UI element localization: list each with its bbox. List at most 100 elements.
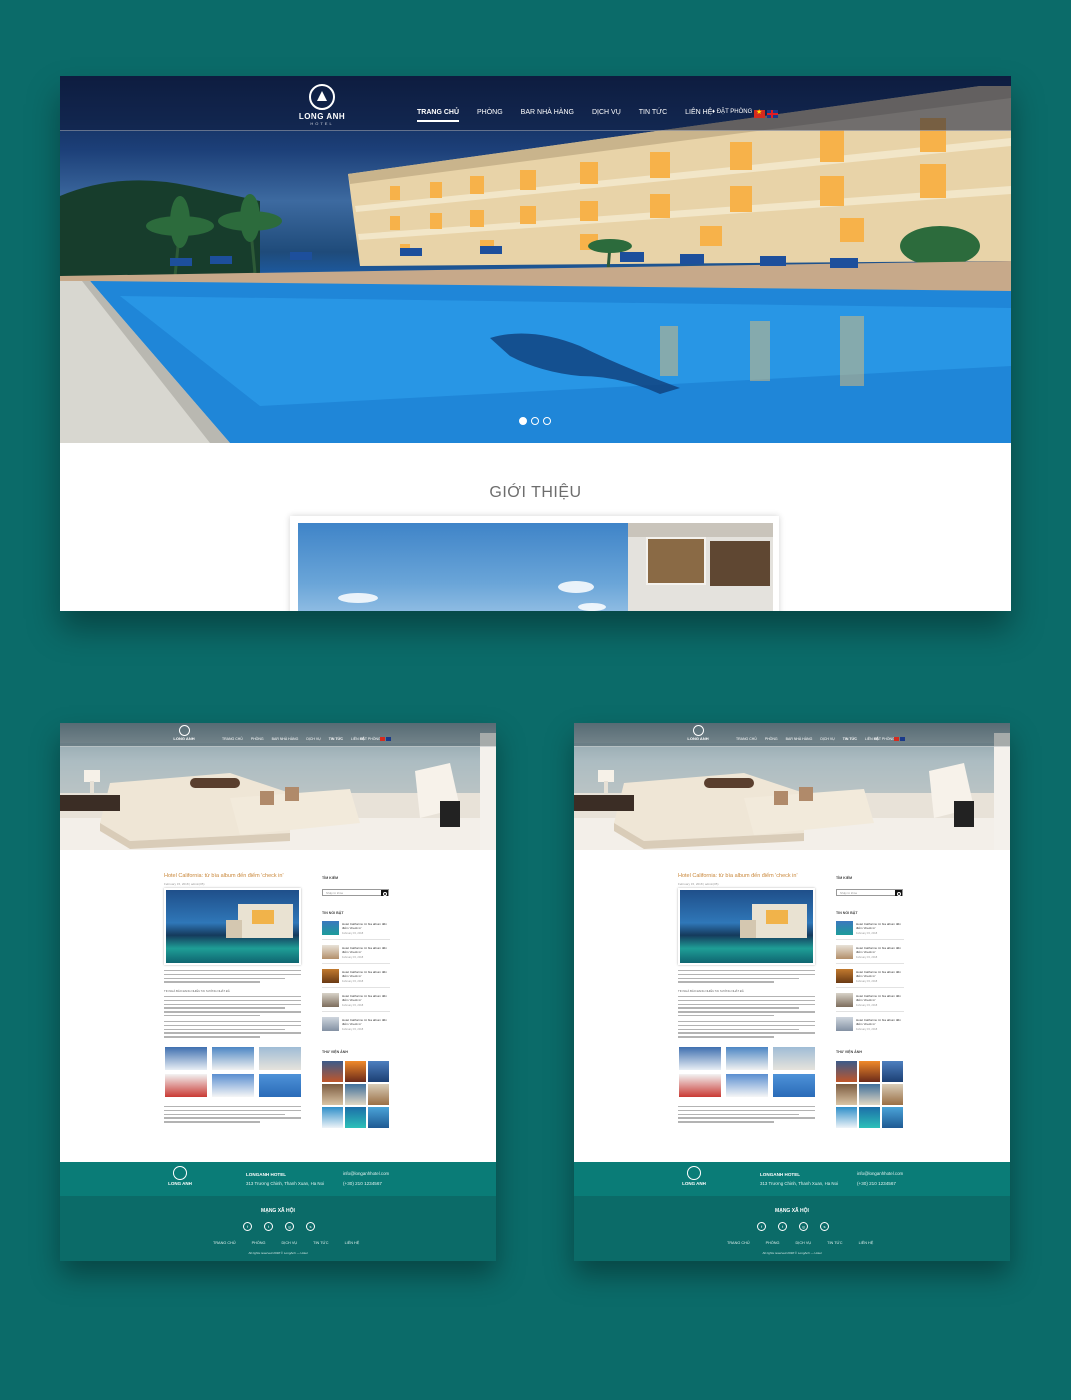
gallery-image[interactable] xyxy=(678,1073,722,1098)
gallery-image[interactable] xyxy=(164,1073,208,1098)
search-icon[interactable] xyxy=(895,890,902,896)
gallery-image[interactable] xyxy=(211,1046,255,1071)
vietnam-flag-icon[interactable] xyxy=(754,108,765,118)
footer-phone[interactable]: (+30) 210 1234567 xyxy=(343,1181,382,1186)
facebook-icon[interactable]: f xyxy=(243,1222,252,1231)
news-title[interactable]: Hotel California: từ bìa album đến điểm … xyxy=(856,994,902,1002)
gallery-image[interactable] xyxy=(211,1073,255,1098)
booking-link[interactable]: ĐẶT PHÒNG xyxy=(874,737,895,741)
footer-link-news[interactable]: TIN TỨC xyxy=(819,1241,850,1245)
library-image[interactable] xyxy=(345,1107,366,1128)
news-item[interactable]: Hotel California: từ bìa album đến điểm … xyxy=(322,993,390,1012)
skype-icon[interactable]: s xyxy=(306,1222,315,1231)
news-title[interactable]: Hotel California: từ bìa album đến điểm … xyxy=(342,994,388,1002)
nav-item-bar-restaurant[interactable]: BAR NHÀ HÀNG xyxy=(268,737,303,741)
footer-link-contact[interactable]: LIÊN HỆ xyxy=(337,1241,368,1245)
footer-link-rooms[interactable]: PHÒNG xyxy=(244,1241,274,1245)
footer-link-news[interactable]: TIN TỨC xyxy=(305,1241,336,1245)
search-input[interactable]: Nhập từ khóa xyxy=(326,891,343,895)
library-image[interactable] xyxy=(368,1061,389,1082)
news-item[interactable]: Hotel California: từ bìa album đến điểm … xyxy=(836,945,904,964)
news-item[interactable]: Hotel California: từ bìa album đến điểm … xyxy=(322,969,390,988)
gallery-image[interactable] xyxy=(258,1073,302,1098)
library-image[interactable] xyxy=(368,1084,389,1105)
library-image[interactable] xyxy=(836,1107,857,1128)
footer-link-home[interactable]: TRANG CHỦ xyxy=(205,1241,244,1245)
news-title[interactable]: Hotel California: từ bìa album đến điểm … xyxy=(342,1018,388,1026)
footer-link-rooms[interactable]: PHÒNG xyxy=(758,1241,788,1245)
gallery-image[interactable] xyxy=(772,1046,816,1071)
uk-flag-icon[interactable] xyxy=(900,737,905,741)
news-title[interactable]: Hotel California: từ bìa album đến điểm … xyxy=(342,970,388,978)
twitter-icon[interactable]: t xyxy=(778,1222,787,1231)
library-image[interactable] xyxy=(859,1084,880,1105)
footer-email[interactable]: info@longanhhotel.com xyxy=(343,1171,389,1176)
search-icon[interactable] xyxy=(381,890,388,896)
library-image[interactable] xyxy=(882,1061,903,1082)
news-item[interactable]: Hotel California: từ bìa album đến điểm … xyxy=(836,1017,904,1036)
uk-flag-icon[interactable] xyxy=(767,110,778,118)
nav-item-bar-restaurant[interactable]: BAR NHÀ HÀNG xyxy=(512,109,583,116)
search-input[interactable]: Nhập từ khóa xyxy=(840,891,857,895)
post-title[interactable]: Hotel California: từ bìa album đến điểm … xyxy=(678,873,798,879)
nav-item-bar-restaurant[interactable]: BAR NHÀ HÀNG xyxy=(782,737,817,741)
news-title[interactable]: Hotel California: từ bìa album đến điểm … xyxy=(342,946,388,954)
uk-flag-icon[interactable] xyxy=(386,737,391,741)
library-image[interactable] xyxy=(322,1061,343,1082)
library-image[interactable] xyxy=(836,1061,857,1082)
library-image[interactable] xyxy=(345,1084,366,1105)
search-box[interactable]: Nhập từ khóa xyxy=(322,889,389,896)
library-image[interactable] xyxy=(836,1084,857,1105)
slider-dot-3[interactable] xyxy=(543,417,551,425)
search-box[interactable]: Nhập từ khóa xyxy=(836,889,903,896)
footer-phone[interactable]: (+30) 210 1234567 xyxy=(857,1181,896,1186)
nav-item-home[interactable]: TRANG CHỦ xyxy=(218,737,247,741)
news-title[interactable]: Hotel California: từ bìa album đến điểm … xyxy=(856,1018,902,1026)
skype-icon[interactable]: s xyxy=(820,1222,829,1231)
news-item[interactable]: Hotel California: từ bìa album đến điểm … xyxy=(836,969,904,988)
library-image[interactable] xyxy=(345,1061,366,1082)
nav-item-rooms[interactable]: PHÒNG xyxy=(761,737,782,741)
library-image[interactable] xyxy=(322,1107,343,1128)
slider-dot-2[interactable] xyxy=(531,417,539,425)
hotel-logo[interactable]: LONG ANH xyxy=(169,725,199,741)
news-item[interactable]: Hotel California: từ bìa album đến điểm … xyxy=(836,993,904,1012)
vietnam-flag-icon[interactable] xyxy=(894,737,899,741)
gallery-image[interactable] xyxy=(164,1046,208,1071)
google-plus-icon[interactable]: g xyxy=(799,1222,808,1231)
footer-email[interactable]: info@longanhhotel.com xyxy=(857,1171,903,1176)
library-image[interactable] xyxy=(368,1107,389,1128)
nav-item-news[interactable]: TIN TỨC xyxy=(839,737,861,741)
news-item[interactable]: Hotel California: từ bìa album đến điểm … xyxy=(322,921,390,940)
news-title[interactable]: Hotel California: từ bìa album đến điểm … xyxy=(342,922,388,930)
footer-link-services[interactable]: DỊCH VỤ xyxy=(274,1241,306,1245)
news-title[interactable]: Hotel California: từ bìa album đến điểm … xyxy=(856,970,902,978)
google-plus-icon[interactable]: g xyxy=(285,1222,294,1231)
booking-link[interactable]: ĐẶT PHÒNG xyxy=(360,737,381,741)
news-item[interactable]: Hotel California: từ bìa album đến điểm … xyxy=(836,921,904,940)
gallery-image[interactable] xyxy=(678,1046,722,1071)
footer-link-home[interactable]: TRANG CHỦ xyxy=(719,1241,758,1245)
gallery-image[interactable] xyxy=(725,1073,769,1098)
library-image[interactable] xyxy=(859,1107,880,1128)
nav-item-home[interactable]: TRANG CHỦ xyxy=(732,737,761,741)
twitter-icon[interactable]: t xyxy=(264,1222,273,1231)
nav-item-services[interactable]: DỊCH VỤ xyxy=(816,737,838,741)
footer-link-contact[interactable]: LIÊN HỆ xyxy=(851,1241,882,1245)
news-item[interactable]: Hotel California: từ bìa album đến điểm … xyxy=(322,1017,390,1036)
post-title[interactable]: Hotel California: từ bìa album đến điểm … xyxy=(164,873,284,879)
gallery-image[interactable] xyxy=(258,1046,302,1071)
hotel-logo[interactable]: LONG ANH HOTEL xyxy=(292,84,352,126)
nav-item-home[interactable]: TRANG CHỦ xyxy=(408,109,468,122)
nav-item-services[interactable]: DỊCH VỤ xyxy=(302,737,324,741)
library-image[interactable] xyxy=(322,1084,343,1105)
nav-item-news[interactable]: TIN TỨC xyxy=(325,737,347,741)
gallery-image[interactable] xyxy=(725,1046,769,1071)
library-image[interactable] xyxy=(882,1084,903,1105)
gallery-image[interactable] xyxy=(772,1073,816,1098)
library-image[interactable] xyxy=(882,1107,903,1128)
nav-item-rooms[interactable]: PHÒNG xyxy=(247,737,268,741)
news-title[interactable]: Hotel California: từ bìa album đến điểm … xyxy=(856,922,902,930)
booking-link[interactable]: ♦ ĐẶT PHÒNG xyxy=(712,109,752,115)
nav-item-services[interactable]: DỊCH VỤ xyxy=(583,109,630,116)
